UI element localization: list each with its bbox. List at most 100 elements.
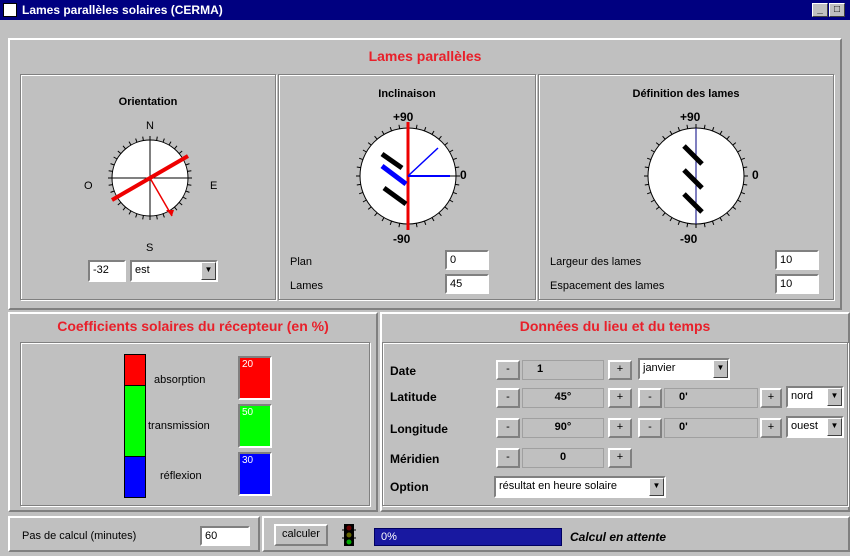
dial-tick [362, 199, 367, 203]
dial-tick [367, 142, 372, 146]
latitude-degrees-field[interactable]: 45° [522, 388, 604, 408]
dial-tick [174, 145, 178, 150]
plan-label: Plan [290, 256, 313, 268]
longitude-minutes-field[interactable]: 0' [664, 418, 758, 438]
reflexion-label: réflexion [160, 470, 202, 482]
lat-min-plus-button[interactable]: + [760, 388, 782, 408]
largeur-input[interactable]: 10 [775, 250, 819, 270]
date-day-field[interactable]: 1 [522, 360, 604, 380]
orientation-direction-select[interactable]: est ▼ [130, 260, 218, 282]
inclinaison-title: Inclinaison [378, 88, 436, 100]
progress-text: 0% [381, 531, 397, 543]
meridien-label: Méridien [390, 452, 440, 466]
dial-tick [108, 170, 113, 172]
lon-min-plus-button[interactable]: + [760, 418, 782, 438]
dial-tick [128, 210, 132, 215]
pas-input[interactable]: 60 [200, 526, 250, 546]
dial-tick [398, 124, 401, 129]
west-label: O [84, 180, 93, 192]
orientation-title: Orientation [118, 96, 178, 108]
dial-tick [122, 206, 126, 211]
dial-tick [415, 124, 418, 129]
plan-input[interactable]: 0 [445, 250, 489, 270]
largeur-label: Largeur des lames [550, 256, 642, 268]
dial-tick [686, 223, 689, 228]
dial-tick [669, 130, 673, 135]
month-select[interactable]: janvier ▼ [638, 358, 730, 380]
definition-title: Définition des lames [632, 88, 740, 100]
progress-bar: 0% [374, 528, 562, 546]
option-label: Option [390, 480, 429, 494]
dial-tick [644, 183, 649, 186]
dial-tick [662, 135, 666, 140]
espacement-input[interactable]: 10 [775, 274, 819, 294]
lames-input[interactable]: 45 [445, 274, 489, 294]
meridien-field[interactable]: 0 [522, 448, 604, 468]
lon-min-minus-button[interactable]: - [638, 418, 662, 438]
maximize-button[interactable]: □ [829, 3, 845, 17]
inclinaison-dial[interactable] [350, 118, 470, 238]
dial-tick [737, 199, 742, 203]
chevron-down-icon: ▼ [649, 478, 664, 496]
chevron-down-icon: ▼ [827, 388, 842, 406]
dial-tick [110, 190, 115, 193]
dial-tick [669, 217, 673, 222]
orientation-dial[interactable] [80, 118, 220, 258]
pas-label: Pas de calcul (minutes) [22, 530, 137, 542]
dial-tick [662, 212, 666, 217]
dial-tick [455, 166, 460, 169]
mer-minus-button[interactable]: - [496, 448, 520, 468]
date-label: Date [390, 364, 417, 378]
dial-tick [732, 206, 737, 210]
dial-tick [677, 126, 681, 132]
dial-tick [677, 220, 681, 226]
dial-tick [423, 220, 427, 226]
dial-tick [168, 141, 172, 146]
latitude-minutes-field[interactable]: 0' [664, 388, 758, 408]
orientation-direction-value: est [135, 264, 150, 276]
dial-tick [358, 157, 364, 161]
orientation-angle-input[interactable]: -32 [88, 260, 126, 282]
north-label: N [146, 120, 154, 132]
definition-dial[interactable] [638, 118, 758, 238]
lames-label: Lames [290, 280, 324, 292]
dial-tick [743, 183, 748, 186]
dial-tick [135, 213, 138, 218]
dial-tick [162, 213, 165, 218]
minimize-button[interactable]: _ [812, 3, 828, 17]
dial-tick [655, 142, 660, 146]
option-select[interactable]: résultat en heure solaire ▼ [494, 476, 666, 498]
transmission-value[interactable]: 50 [238, 404, 272, 448]
lon-plus-button[interactable]: + [608, 418, 632, 438]
dial-tick [711, 220, 715, 226]
transmission-label: transmission [148, 420, 210, 432]
longitude-degrees-field[interactable]: 90° [522, 418, 604, 438]
lon-direction-select[interactable]: ouest ▼ [786, 416, 844, 438]
month-value: janvier [643, 362, 676, 374]
lat-min-minus-button[interactable]: - [638, 388, 662, 408]
mer-plus-button[interactable]: + [608, 448, 632, 468]
dial-tick [452, 157, 458, 161]
date-minus-button[interactable]: - [496, 360, 520, 380]
dial-tick [431, 217, 435, 222]
espacement-label: Espacement des lames [550, 280, 665, 292]
absorption-value[interactable]: 20 [238, 356, 272, 400]
dial-tick [415, 223, 418, 228]
lat-plus-button[interactable]: + [608, 388, 632, 408]
date-plus-button[interactable]: + [608, 360, 632, 380]
dial-tick [367, 206, 372, 210]
east-label: E [210, 180, 218, 192]
dial-tick [187, 170, 192, 172]
lat-direction-value: nord [791, 390, 814, 402]
dial-tick [431, 130, 435, 135]
calculer-button[interactable]: calculer [274, 524, 328, 546]
dial-tick [703, 223, 706, 228]
lat-direction-select[interactable]: nord ▼ [786, 386, 844, 408]
lon-minus-button[interactable]: - [496, 418, 520, 438]
lat-minus-button[interactable]: - [496, 388, 520, 408]
dial-tick [655, 206, 660, 210]
dial-tick [117, 202, 122, 206]
dial-tick [449, 149, 454, 153]
reflexion-value[interactable]: 30 [238, 452, 272, 496]
dial-tick [646, 191, 652, 195]
